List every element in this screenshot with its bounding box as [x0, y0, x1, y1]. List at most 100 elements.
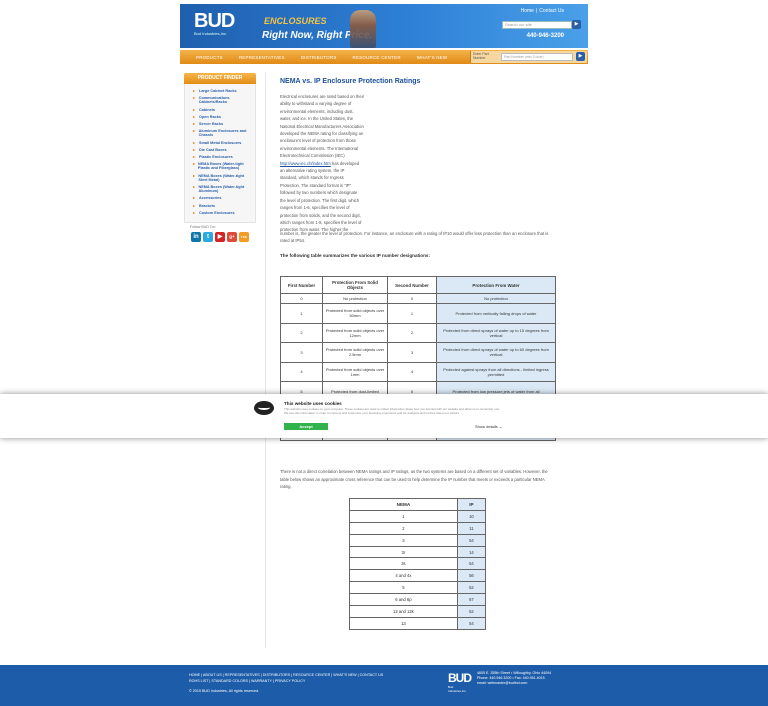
home-link[interactable]: Home — [521, 8, 534, 14]
table-cell: No protection — [322, 293, 388, 304]
nav-whats-new[interactable]: What's New — [417, 55, 448, 60]
table-cell: 1 — [280, 303, 323, 324]
product-finder-list: ▸ Large Cabinet Racks ▸ Communications Cabi… — [184, 84, 256, 224]
sidebar-divider — [265, 73, 266, 648]
bud-logo[interactable]: BUD Bud Industries,Inc. — [194, 10, 236, 40]
contact-link[interactable]: Contact Us — [539, 8, 564, 14]
table-row: 1 10 — [349, 509, 487, 523]
table-cell: Protected from solid objects over 2.5mm — [322, 342, 388, 363]
table-row: 3s 54 — [349, 557, 487, 571]
google-plus-icon[interactable]: g+ — [227, 232, 237, 243]
footer-links-line2[interactable]: ROHS LIST | STANDARD COLORS | WARRANTY |… — [189, 678, 429, 684]
search-go-button[interactable]: ▶ — [572, 20, 581, 29]
intro-line: water, and ice. In the United States, th… — [280, 116, 354, 122]
table-cell: 54 — [456, 557, 487, 571]
ip-column-header: Protection From Solid Objects — [322, 276, 388, 294]
linkedin-icon[interactable]: in — [191, 232, 201, 243]
nav-products[interactable]: Products — [196, 55, 223, 60]
arrow-right-icon: ▸ — [193, 107, 195, 112]
sidebar-item[interactable]: ▸ Small Metal Enclosures — [193, 141, 253, 145]
sidebar-item[interactable]: ▸ Accessories — [193, 196, 253, 200]
intro-line: National Electrical Manufacturers Associ… — [280, 123, 364, 129]
nav-resource-center[interactable]: Resource Center — [353, 55, 401, 60]
sidebar-item[interactable]: ▸ Aluminum Enclosures and Chassis — [193, 129, 253, 137]
sidebar-item[interactable]: ▸ Brackets — [193, 204, 253, 208]
intro-line: Electrical enclosures are rated based on… — [280, 94, 365, 99]
arrow-right-icon: ▸ — [193, 173, 195, 178]
table-cell: 3 — [387, 342, 437, 363]
table-cell: 11 — [456, 521, 487, 535]
table-row: 1 Protected from solid objects over 50mm 1… — [280, 303, 556, 324]
nav-distributors[interactable]: Distributors — [301, 55, 337, 60]
rss-icon[interactable]: rss — [239, 232, 249, 243]
youtube-icon[interactable]: ▶ — [215, 232, 225, 243]
iec-link[interactable]: http://www.iec.ch/index.htm — [280, 161, 331, 166]
ip-column-header: Protection From Water — [436, 276, 556, 294]
nema-column-header: NEMA — [349, 498, 458, 511]
sidebar-item[interactable]: ▸ Open Racks — [193, 115, 253, 119]
intro-line: the level of protection. The first digit… — [280, 197, 360, 203]
table-cell: Protected from direct sprays of water up… — [436, 342, 556, 363]
table-cell: 67 — [456, 593, 487, 607]
sidebar-item-label: NEMA Boxes (Water-tight Aluminum) — [198, 185, 245, 194]
sidebar-item[interactable]: ▸ Custom Enclosures — [193, 211, 253, 215]
table-row: 5 52 — [349, 581, 487, 595]
table-row: 4 Protected from solid objects over 1mm 4 P… — [280, 361, 556, 382]
intro-line: followed by two numbers which designate — [280, 190, 358, 196]
sidebar-item[interactable]: ▸ NEMA Boxes (Water-tight Plastic and Fib… — [193, 162, 253, 170]
table-cell: 2 — [349, 521, 458, 535]
sidebar-item-label: Communications Cabinets/Racks — [198, 96, 230, 105]
intro-line: environmental elements. The Internationa… — [280, 145, 359, 151]
sidebar-item[interactable]: ▸ Die Cast Boxes — [193, 148, 253, 152]
table-cell: 2 — [280, 322, 323, 343]
intro-line: which ranges from 1-8, specifies the lev… — [280, 219, 362, 225]
cookie-show-details[interactable]: Show details ⌄ — [475, 424, 502, 429]
twitter-icon[interactable]: t — [203, 232, 213, 243]
sidebar-item[interactable]: ▸ Server Racks — [193, 122, 253, 126]
table-row: 3 54 — [349, 533, 487, 547]
table-cell: 5 — [349, 581, 458, 595]
top-links: Home | Contact Us — [520, 8, 564, 14]
footer-logo-text: BUD — [448, 671, 472, 685]
sidebar-item-label: Custom Enclosures — [199, 210, 235, 215]
sidebar-item[interactable]: ▸ NEMA Boxes (Water-tight Steel Metal) — [193, 174, 253, 182]
table-cell: 56 — [456, 569, 487, 583]
cookie-shield-icon — [254, 401, 274, 415]
show-details-label: Show details — [475, 424, 498, 429]
intro-column: Electrical enclosures are rated based on… — [280, 93, 380, 234]
table-row: 4 and 4x 56 — [349, 569, 487, 583]
table-row: 0 No protection 0 No protection — [280, 293, 556, 304]
nema-ip-table: NEMA IP 1 10 2 11 3 54 3r 14 3s 54 4 and 4x 56 5 52 6 a… — [349, 498, 487, 630]
part-number-label: Enter Part Number — [473, 52, 489, 60]
intro-line: protection from solids, and the second d… — [280, 212, 361, 218]
sidebar-item-label: Small Metal Enclosures — [199, 140, 242, 145]
sidebar-item[interactable]: ▸ Large Cabinet Racks — [193, 89, 253, 93]
table-cell: 13 — [349, 616, 458, 630]
nema-table-header: NEMA IP — [349, 498, 487, 511]
part-go-button[interactable]: ▶ — [576, 52, 585, 61]
part-number-input[interactable]: Part Number (min 3 char) — [501, 53, 573, 61]
site-search-input[interactable]: Search our site — [502, 21, 572, 29]
intro-line: ranges from 1-6, specifies the level of — [280, 205, 350, 211]
email-line[interactable]: email: webmaster@budind.com — [477, 681, 551, 686]
sidebar-item[interactable]: ▸ Cabinets — [193, 108, 253, 112]
table-cell: 54 — [456, 533, 487, 547]
cookie-accept-button[interactable]: Accept — [284, 423, 328, 430]
footer-logo[interactable]: BUD Bud Industries,Inc. — [448, 671, 472, 693]
sidebar-item[interactable]: ▸ NEMA Boxes (Water-tight Aluminum) — [193, 185, 253, 193]
sidebar-item-label: Brackets — [199, 203, 216, 208]
sidebar-item-label: Open Racks — [199, 114, 221, 119]
nema-table-body: 1 10 2 11 3 54 3r 14 3s 54 4 and 4x 56 5 52 6 and 6p 67… — [349, 509, 487, 630]
sidebar-item[interactable]: ▸ Communications Cabinets/Racks — [193, 96, 253, 104]
sidebar-item[interactable]: ▸ Plastic Enclosures — [193, 155, 253, 159]
sidebar-item-label: Server Racks — [199, 122, 224, 127]
nema-column-header: IP — [456, 498, 487, 511]
arrow-right-icon: ▸ — [193, 129, 195, 134]
table-cell: 3 — [280, 342, 323, 363]
arrow-right-icon: ▸ — [193, 162, 195, 167]
arrow-right-icon: ▸ — [193, 210, 195, 215]
chevron-down-icon: ⌄ — [498, 424, 503, 429]
nav-representatives[interactable]: Representatives — [239, 55, 285, 60]
arrow-right-icon: ▸ — [193, 147, 195, 152]
cookie-text: This website uses cookies on your comput… — [284, 407, 500, 415]
